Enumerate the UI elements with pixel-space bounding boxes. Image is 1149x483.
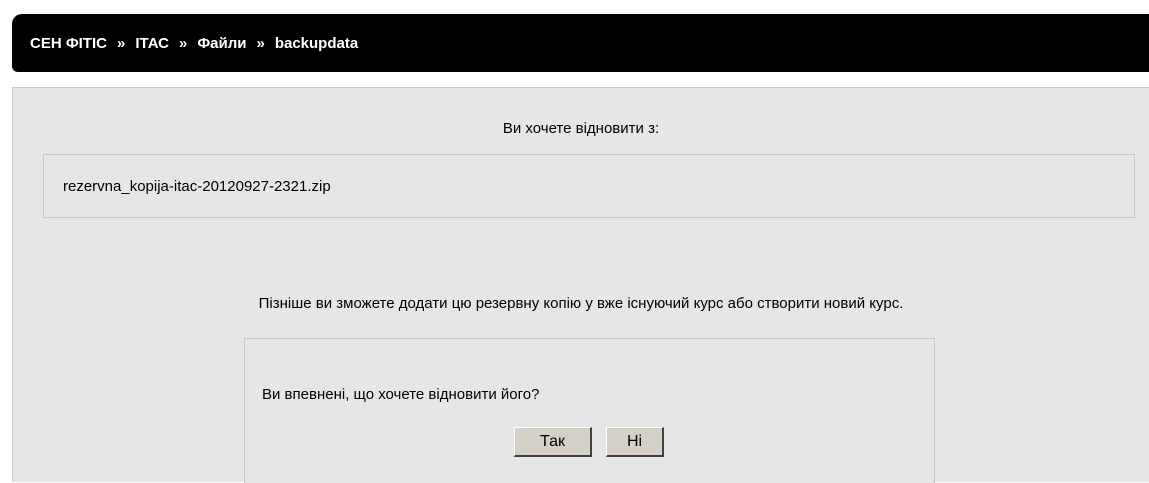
breadcrumb-separator: »: [256, 34, 265, 52]
confirm-question: Ви впевнені, що хочете відновити його?: [262, 386, 540, 403]
restore-panel: Ви хочете відновити з: rezervna_kopija-i…: [12, 87, 1149, 483]
backup-filename: rezervna_kopija-itac-20120927-2321.zip: [63, 177, 331, 195]
confirm-buttons: Так Ні: [514, 427, 664, 457]
yes-button[interactable]: Так: [514, 427, 592, 457]
breadcrumb-item-current: backupdata: [274, 34, 359, 52]
breadcrumb-separator: »: [116, 34, 126, 52]
breadcrumb-item-sen-fitis[interactable]: СЕН ФІТІС: [30, 35, 107, 52]
breadcrumb-item-itas[interactable]: ІТАС: [135, 35, 169, 52]
restore-info-text: Пізніше ви зможете додати цю резервну ко…: [258, 295, 904, 312]
backup-filename-box: rezervna_kopija-itac-20120927-2321.zip: [43, 154, 1135, 218]
breadcrumb-separator: »: [179, 34, 188, 52]
restore-prompt: Ви хочете відновити з:: [502, 120, 660, 137]
confirm-dialog: Ви впевнені, що хочете відновити його? Т…: [244, 338, 935, 483]
breadcrumb-item-files[interactable]: Файли: [197, 35, 246, 52]
no-button[interactable]: Ні: [606, 427, 664, 457]
breadcrumb: СЕН ФІТІС » ІТАС » Файли » backupdata: [12, 14, 1149, 72]
